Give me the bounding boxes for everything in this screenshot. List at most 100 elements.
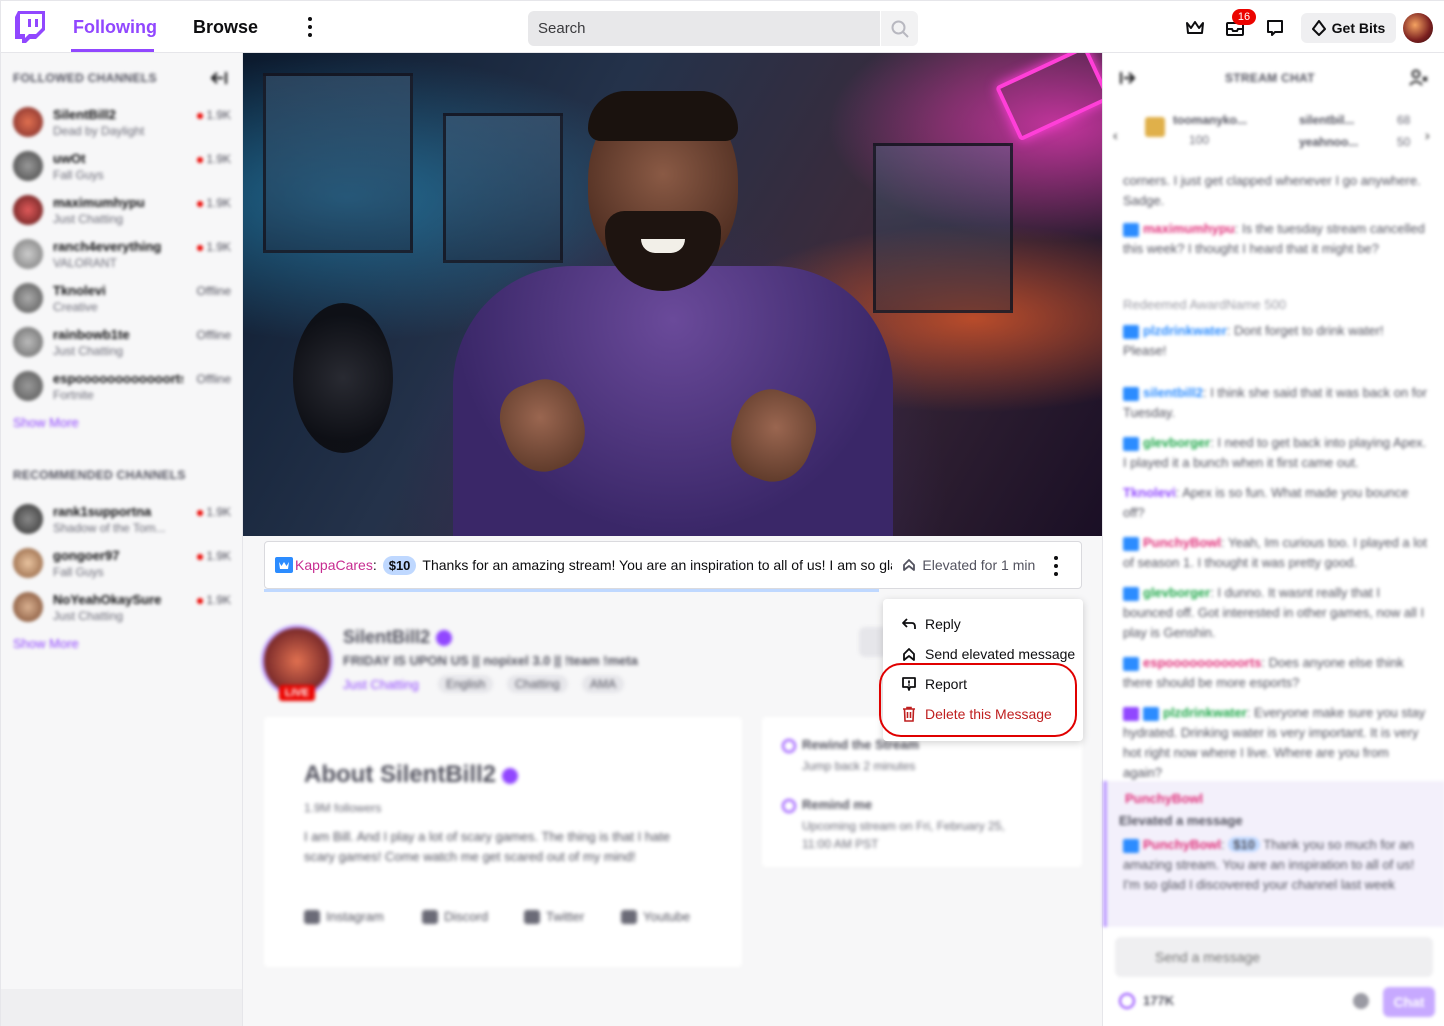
get-bits-button[interactable]: Get Bits bbox=[1301, 13, 1396, 43]
channel-name: maximumhypu bbox=[53, 195, 145, 210]
delete-message-menu-item[interactable]: Delete this Message bbox=[901, 703, 1052, 725]
get-bits-label: Get Bits bbox=[1331, 20, 1386, 36]
stream-tag[interactable]: English bbox=[438, 675, 494, 693]
followed-channel[interactable]: maximumhypu Just Chatting 1.9K bbox=[13, 191, 237, 231]
elevated-chat-body: PunchyBowl: $10 Thank you so much for an… bbox=[1123, 837, 1415, 892]
followed-channel[interactable]: Tknolevi Creative Offline bbox=[13, 279, 237, 319]
channel-game: Just Chatting bbox=[53, 609, 124, 623]
community-icon[interactable] bbox=[1409, 69, 1429, 87]
chat-message[interactable]: plzdrinkwater: Dont forget to drink wate… bbox=[1123, 321, 1428, 361]
stream-tag[interactable]: Chatting bbox=[507, 675, 568, 693]
rewind-icon bbox=[782, 738, 796, 753]
remind-me-item[interactable]: Remind me Upcoming stream on Fri, Februa… bbox=[782, 797, 1022, 853]
chat-message[interactable]: Redeemed AwardName 500 bbox=[1123, 295, 1428, 315]
channel-avatar bbox=[13, 107, 43, 137]
elevated-chat-user: PunchyBowl bbox=[1125, 791, 1204, 806]
offline-status: Offline bbox=[196, 284, 231, 298]
channel-avatar bbox=[13, 151, 43, 181]
offline-status: Offline bbox=[196, 372, 231, 386]
search-input[interactable] bbox=[528, 11, 880, 46]
elevated-message-user[interactable]: KappaCares: bbox=[295, 557, 377, 573]
chat-footer: 177K Chat bbox=[1103, 987, 1444, 1026]
chat-settings-icon[interactable] bbox=[1353, 993, 1369, 1009]
chat-message[interactable]: PunchyBowl: Yeah, Im curious too. I play… bbox=[1123, 533, 1428, 573]
channel-game: Fall Guys bbox=[53, 168, 104, 182]
nav-following[interactable]: Following bbox=[73, 17, 157, 38]
channel-game: Just Chatting bbox=[53, 212, 124, 226]
collapse-chat-icon[interactable] bbox=[1119, 71, 1137, 85]
microphone bbox=[293, 303, 393, 453]
show-more-recommended-link[interactable]: Show More bbox=[13, 636, 79, 651]
instagram-link[interactable]: Instagram bbox=[304, 909, 384, 924]
twitter-link[interactable]: Twitter bbox=[524, 909, 584, 924]
channel-game: VALORANT bbox=[53, 256, 117, 270]
discord-icon bbox=[422, 909, 438, 924]
chat-message[interactable]: maximumhypu: Is the tuesday stream cance… bbox=[1123, 219, 1428, 259]
show-more-followed-link[interactable]: Show More bbox=[13, 415, 79, 430]
viewer-count: 1.9K bbox=[197, 593, 231, 607]
youtube-link[interactable]: Youtube bbox=[621, 909, 690, 924]
neon-light bbox=[995, 53, 1102, 142]
about-title: About SilentBill2 bbox=[304, 761, 518, 789]
verified-icon bbox=[436, 630, 453, 647]
elevated-chat-message[interactable]: PunchyBowl Elevated a message PunchyBowl… bbox=[1103, 781, 1444, 927]
channel-name[interactable]: SilentBill2 bbox=[343, 627, 453, 648]
rewind-stream-item[interactable]: Rewind the Stream Jump back 2 minutes bbox=[782, 737, 1022, 775]
search-button[interactable] bbox=[881, 11, 918, 46]
followed-channel[interactable]: ranch4everything VALORANT 1.9K bbox=[13, 235, 237, 275]
elevate-icon bbox=[903, 559, 916, 571]
nav-browse[interactable]: Browse bbox=[193, 17, 258, 38]
reply-menu-item[interactable]: Reply bbox=[901, 613, 961, 635]
channel-game: Creative bbox=[53, 300, 98, 314]
send-elevated-menu-item[interactable]: Send elevated message bbox=[901, 643, 1075, 665]
chat-message-input[interactable] bbox=[1115, 937, 1433, 977]
followed-channel[interactable]: espoooooooooooorts Fortnite Offline bbox=[13, 367, 237, 407]
followed-channel[interactable]: rainbowb1te Just Chatting Offline bbox=[13, 323, 237, 363]
recommended-channel[interactable]: NoYeahOkaySure Just Chatting 1.9K bbox=[13, 588, 237, 628]
followed-channel[interactable]: SilentBill2 Dead by Daylight 1.9K bbox=[13, 103, 237, 143]
channel-avatar bbox=[13, 283, 43, 313]
message-context-menu: Reply Send elevated message Report Delet… bbox=[883, 599, 1083, 741]
channel-avatar bbox=[13, 239, 43, 269]
chat-send-button[interactable]: Chat bbox=[1383, 987, 1435, 1017]
stream-tag[interactable]: AMA bbox=[582, 675, 625, 693]
prime-crown-icon[interactable] bbox=[1184, 17, 1206, 39]
user-avatar[interactable] bbox=[1403, 13, 1433, 43]
instagram-icon bbox=[304, 909, 320, 924]
chat-message[interactable]: glevborger: I dunno. It wasnt really tha… bbox=[1123, 583, 1428, 643]
more-options-icon[interactable] bbox=[301, 15, 319, 39]
chat-message[interactable]: silentbill2: I think she said that it wa… bbox=[1123, 383, 1428, 423]
leaderboard-name: yeahnoo... bbox=[1299, 135, 1359, 149]
viewer-count: 1.9K bbox=[197, 240, 231, 254]
leaderboard-next-icon[interactable]: › bbox=[1425, 127, 1430, 143]
channel-game: Dead by Daylight bbox=[53, 124, 145, 138]
about-panel: About SilentBill2 1.9M followers I am Bi… bbox=[264, 717, 742, 967]
video-player[interactable] bbox=[243, 53, 1102, 536]
stream-category-link[interactable]: Just Chatting bbox=[343, 677, 419, 692]
collapse-sidebar-icon[interactable] bbox=[209, 71, 229, 85]
leaderboard-prev-icon[interactable]: ‹ bbox=[1113, 127, 1118, 143]
chat-message[interactable]: corners. I just get clapped whenever I g… bbox=[1123, 171, 1428, 211]
leaderboard-value: 68 bbox=[1397, 113, 1411, 127]
followed-channel[interactable]: uwOt Fall Guys 1.9K bbox=[13, 147, 237, 187]
recommended-channel[interactable]: rank1supportna Shadow of the Tom... 1.9K bbox=[13, 500, 237, 540]
chat-title: STREAM CHAT bbox=[1225, 71, 1315, 85]
chat-message[interactable]: plzdrinkwater: Everyone make sure you st… bbox=[1123, 703, 1428, 783]
channel-avatar bbox=[13, 371, 43, 401]
channel-name: uwOt bbox=[53, 151, 86, 166]
twitch-logo-icon[interactable] bbox=[15, 11, 45, 43]
channel-name: SilentBill2 bbox=[53, 107, 116, 122]
stream-chat-panel: STREAM CHAT ‹ toomanyko... 100 silentbil… bbox=[1102, 53, 1444, 1026]
chat-message[interactable]: Tknolevi: Apex is so fun. What made you … bbox=[1123, 483, 1428, 523]
channel-game: Fall Guys bbox=[53, 565, 104, 579]
recommended-channel[interactable]: gongoer97 Fall Guys 1.9K bbox=[13, 544, 237, 584]
chat-message[interactable]: espoooooooooorts: Does anyone else think… bbox=[1123, 653, 1428, 693]
leaderboard-name: toomanyko... bbox=[1173, 113, 1248, 127]
message-options-icon[interactable] bbox=[1051, 554, 1061, 578]
report-menu-item[interactable]: Report bbox=[901, 673, 967, 695]
whispers-icon[interactable] bbox=[1264, 17, 1286, 39]
chat-message[interactable]: glevborger: I need to get back into play… bbox=[1123, 433, 1428, 473]
discord-link[interactable]: Discord bbox=[422, 909, 488, 924]
follower-count: 1.9M followers bbox=[304, 801, 382, 815]
channel-points-icon[interactable] bbox=[1119, 993, 1135, 1009]
